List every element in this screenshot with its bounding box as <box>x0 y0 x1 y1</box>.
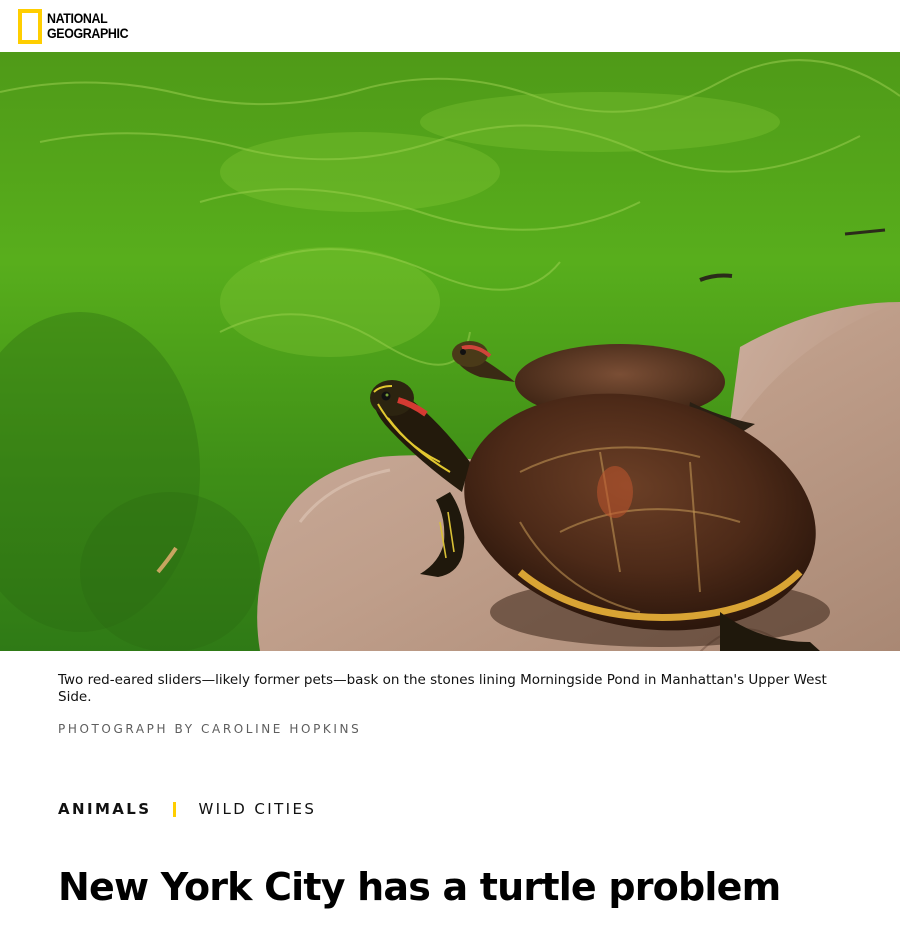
yellow-border-icon <box>18 8 42 44</box>
category-breadcrumb: ANIMALS WILD CITIES <box>58 800 316 818</box>
hero-image <box>0 52 900 651</box>
article-title: New York City has a turtle problem <box>58 865 781 909</box>
national-geographic-logo[interactable]: NATIONAL GEOGRAPHIC <box>18 8 135 44</box>
turtles-photo <box>0 52 900 651</box>
category-wild-cities-link[interactable]: WILD CITIES <box>198 800 316 818</box>
site-header: NATIONAL GEOGRAPHIC <box>0 0 900 52</box>
logo-line-1: NATIONAL <box>47 11 108 26</box>
category-separator <box>173 801 177 817</box>
logo-line-2: GEOGRAPHIC <box>47 26 129 41</box>
photo-credit: PHOTOGRAPH BY CAROLINE HOPKINS <box>58 722 362 736</box>
category-animals-link[interactable]: ANIMALS <box>58 800 151 818</box>
logo-wordmark: NATIONAL GEOGRAPHIC <box>47 11 129 41</box>
photo-caption: Two red-eared sliders—likely former pets… <box>58 672 827 705</box>
